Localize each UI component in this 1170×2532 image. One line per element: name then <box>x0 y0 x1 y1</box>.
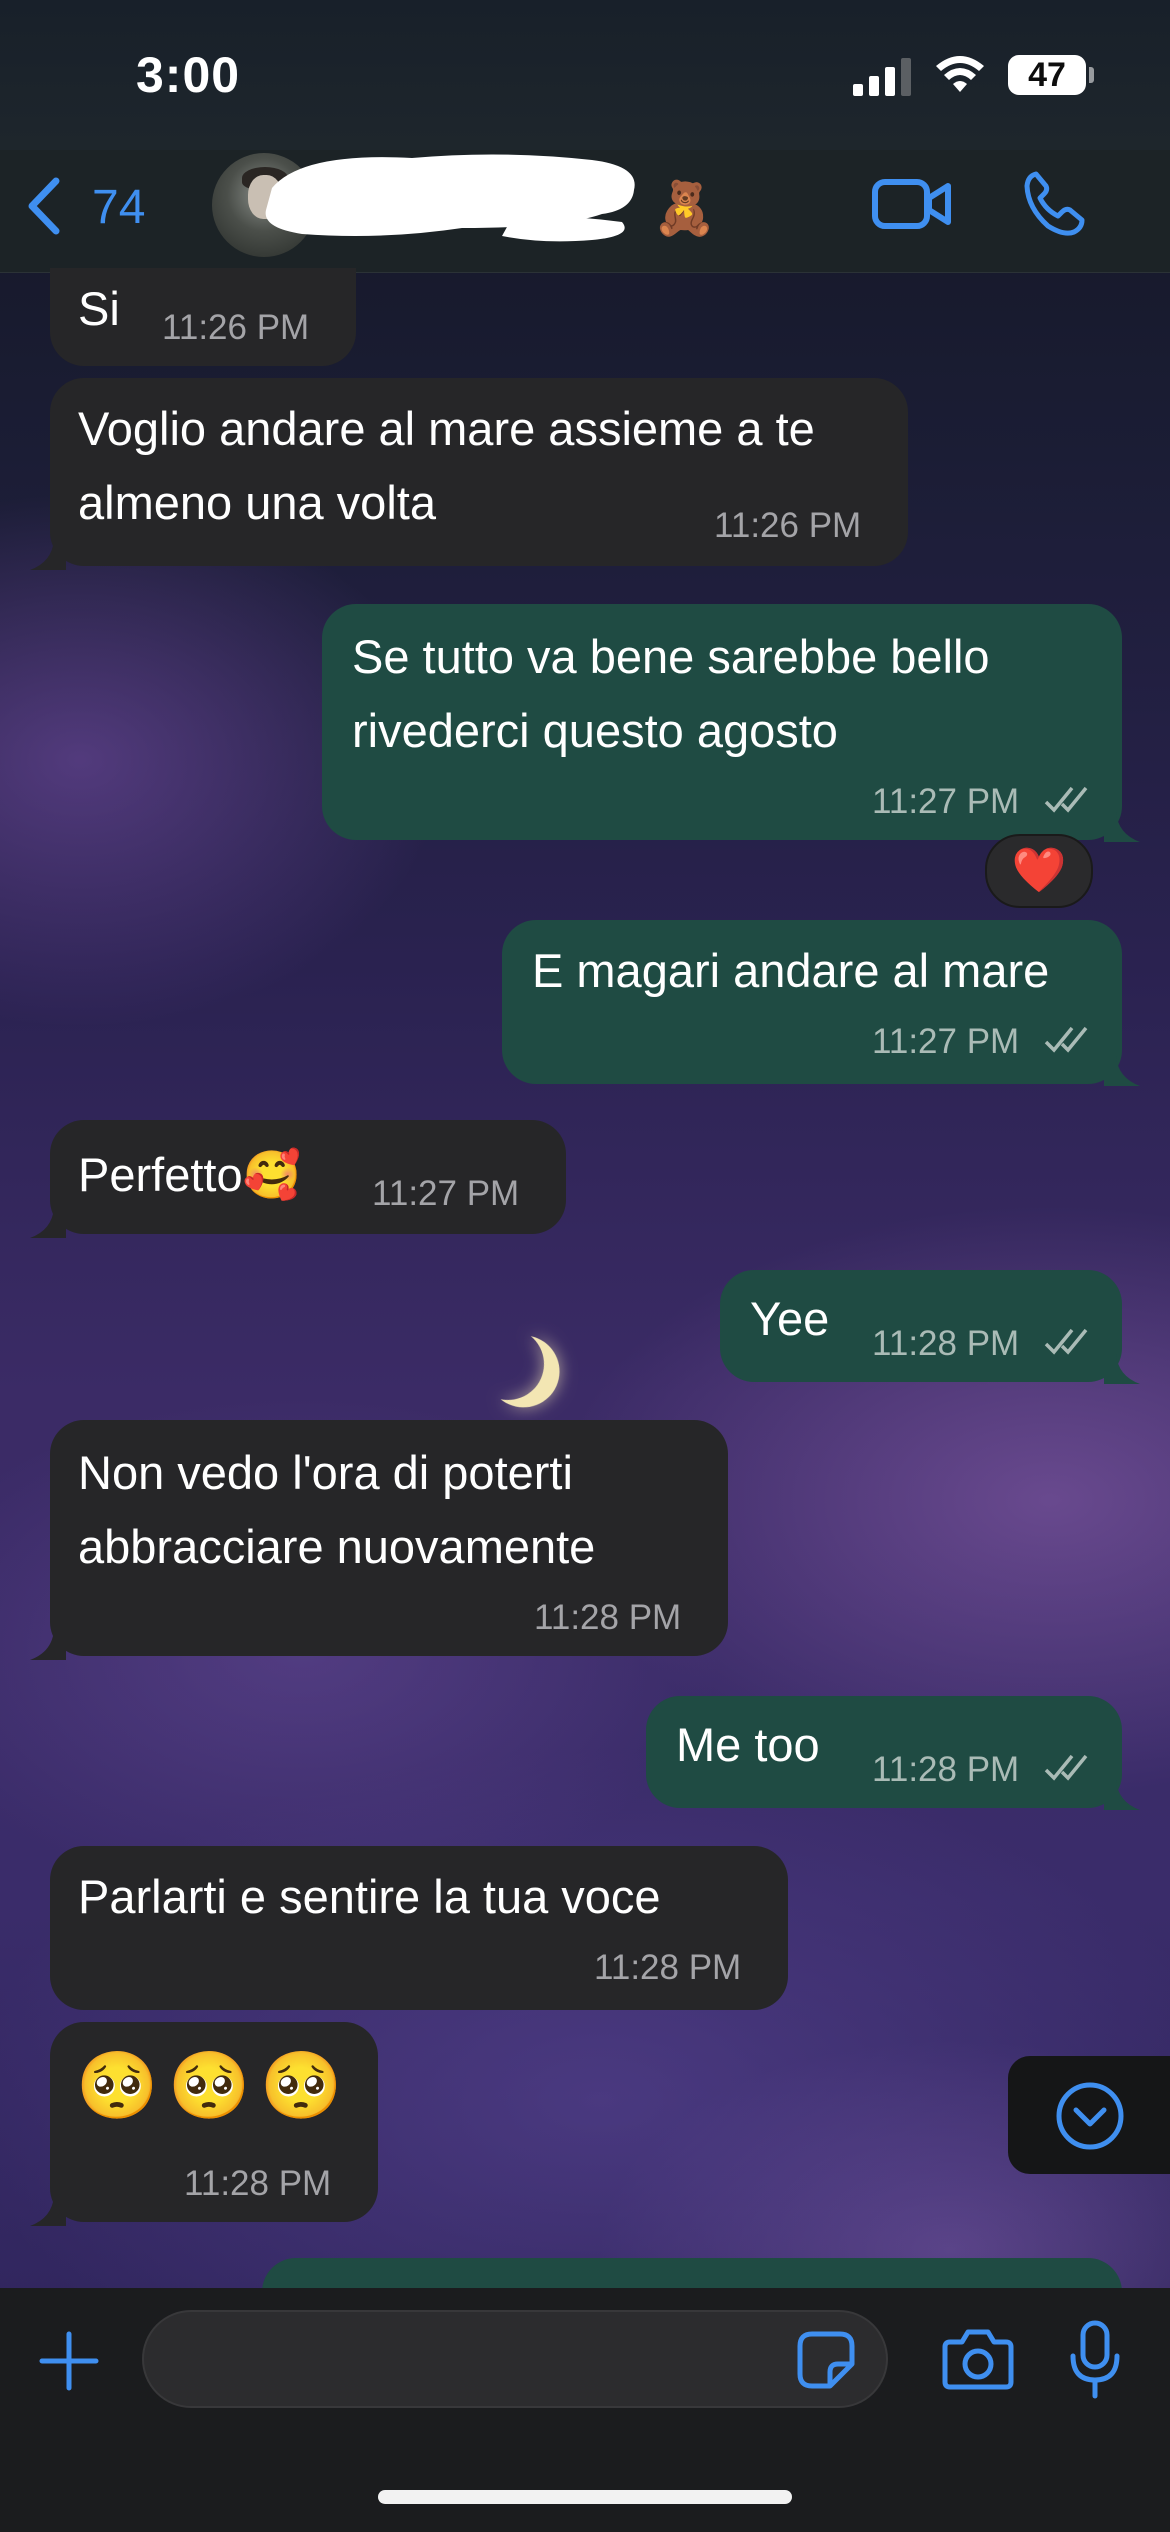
message-text-line: Se tutto va bene sarebbe bello <box>352 630 990 683</box>
message-time: 11:28 PM <box>872 1324 1020 1363</box>
emoji-message: 🥺🥺🥺 <box>76 2048 353 2122</box>
message-time: 11:27 PM <box>372 1174 520 1213</box>
bubble-tail <box>1104 1056 1140 1086</box>
message-text: Me too <box>676 1718 820 1771</box>
bubble-tail <box>30 540 66 570</box>
message-bubble-outgoing[interactable]: Me too 11:28 PM <box>646 1696 1122 1808</box>
message-input[interactable] <box>142 2310 888 2408</box>
message-bubble-incoming[interactable]: Perfetto🥰 11:27 PM <box>50 1120 566 1234</box>
message-time: 11:27 PM <box>872 1022 1020 1061</box>
home-indicator[interactable] <box>378 2490 792 2504</box>
status-time: 3:00 <box>136 47 241 103</box>
read-receipt-icon <box>1044 1328 1088 1355</box>
message-bubble-outgoing[interactable]: Se tutto va bene sarebbe bello rivederci… <box>322 604 1122 840</box>
sticker-icon[interactable] <box>796 2330 856 2390</box>
message-time: 11:26 PM <box>162 308 310 347</box>
unread-count[interactable]: 74 <box>92 180 145 235</box>
bubble-tail <box>30 2196 66 2226</box>
message-text-line: Non vedo l'ora di poterti <box>78 1446 573 1499</box>
bubble-tail <box>30 1208 66 1238</box>
message-bubble-incoming[interactable]: Si 11:26 PM <box>50 268 356 366</box>
bubble-tail <box>1104 1354 1140 1384</box>
heart-reaction[interactable]: ❤️ <box>985 834 1093 908</box>
redacted-contact-name[interactable] <box>262 148 642 244</box>
bubble-tail <box>30 1630 66 1660</box>
contact-name-emoji: 🧸 <box>652 180 717 238</box>
message-text-line: abbracciare nuovamente <box>78 1520 596 1573</box>
message-bubble-outgoing[interactable]: Yee 11:28 PM <box>720 1270 1122 1382</box>
wifi-icon <box>936 56 984 92</box>
message-time: 11:28 PM <box>872 1750 1020 1789</box>
message-text: Parlarti e sentire la tua voce <box>78 1870 661 1923</box>
message-bubble-outgoing[interactable]: E magari andare al mare 11:27 PM <box>502 920 1122 1084</box>
message-time: 11:27 PM <box>872 782 1020 821</box>
microphone-icon[interactable] <box>1068 2320 1122 2400</box>
message-time: 11:26 PM <box>714 506 862 545</box>
bubble-tail <box>1104 1780 1140 1810</box>
chat-screen: 3:00 47 74 🧸 Si 11:26 PM Voglio andare a… <box>0 0 1170 2532</box>
read-receipt-icon <box>1044 786 1088 813</box>
video-call-icon[interactable] <box>872 176 952 232</box>
message-text: Yee <box>750 1292 830 1345</box>
message-text: E magari andare al mare <box>532 944 1050 997</box>
message-time: 11:28 PM <box>594 1948 742 1987</box>
voice-call-icon[interactable] <box>1022 170 1088 236</box>
message-text: Perfetto🥰 <box>78 1148 302 1201</box>
message-bubble-incoming[interactable]: Parlarti e sentire la tua voce 11:28 PM <box>50 1846 788 2010</box>
message-time: 11:28 PM <box>184 2164 332 2203</box>
message-bubble-incoming[interactable]: Non vedo l'ora di poterti abbracciare nu… <box>50 1420 728 1656</box>
message-bubble-incoming[interactable]: Voglio andare al mare assieme a te almen… <box>50 378 908 566</box>
battery-cap <box>1089 67 1094 83</box>
camera-icon[interactable] <box>942 2328 1014 2390</box>
message-input-field[interactable] <box>172 2332 796 2390</box>
message-text-line: rivederci questo agosto <box>352 704 838 757</box>
message-text-line: Voglio andare al mare assieme a te <box>78 402 815 455</box>
battery-level: 47 <box>1008 55 1086 95</box>
scroll-to-bottom-button[interactable] <box>1008 2056 1170 2174</box>
plus-icon[interactable] <box>38 2330 100 2392</box>
message-text-line: almeno una volta <box>78 476 436 529</box>
back-chevron-icon[interactable] <box>22 175 66 237</box>
message-text: Si <box>78 282 120 335</box>
message-time: 11:28 PM <box>534 1598 682 1637</box>
bubble-tail <box>1104 812 1140 842</box>
chevron-down-circle-icon <box>1056 2082 1124 2150</box>
read-receipt-icon <box>1044 1026 1088 1053</box>
read-receipt-icon <box>1044 1754 1088 1781</box>
message-bubble-incoming[interactable]: 🥺🥺🥺 11:28 PM <box>50 2022 378 2222</box>
cellular-signal-icon <box>853 58 911 96</box>
